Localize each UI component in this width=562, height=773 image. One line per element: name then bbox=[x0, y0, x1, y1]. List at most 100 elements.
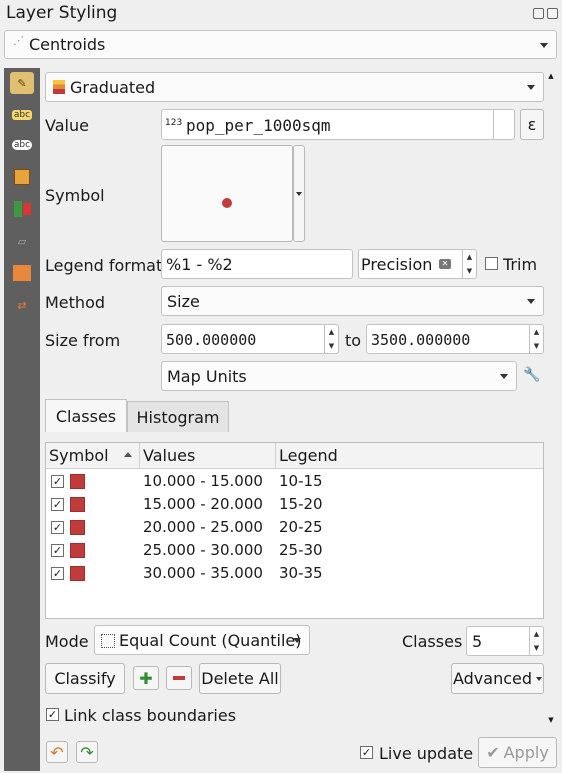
rendering-icon[interactable]: ▱ bbox=[10, 230, 34, 252]
class-symbol-swatch[interactable] bbox=[70, 474, 85, 489]
tab-classes-label: Classes bbox=[55, 406, 117, 426]
symbol-menu-button[interactable] bbox=[293, 145, 305, 242]
mode-value: Equal Count (Quantile) bbox=[119, 631, 302, 650]
chevron-down-icon bbox=[293, 638, 301, 643]
classify-button[interactable]: Classify bbox=[45, 663, 125, 694]
float-button[interactable] bbox=[533, 8, 544, 19]
minus-icon bbox=[173, 676, 185, 680]
class-symbol-swatch[interactable] bbox=[70, 520, 85, 535]
class-values[interactable]: 10.000 - 15.000 bbox=[143, 472, 263, 490]
chevron-down-icon bbox=[527, 299, 535, 304]
class-checkbox[interactable]: ✓ bbox=[51, 567, 64, 580]
paintbrush-icon[interactable]: ✎ bbox=[10, 72, 34, 94]
mode-selector[interactable]: Equal Count (Quantile) bbox=[94, 625, 310, 655]
class-values[interactable]: 25.000 - 30.000 bbox=[143, 541, 263, 559]
live-update-checkbox[interactable]: ✓ bbox=[360, 746, 373, 759]
remove-class-button[interactable] bbox=[166, 666, 192, 690]
delete-all-button[interactable]: Delete All bbox=[199, 663, 281, 694]
precision-spinbox[interactable]: Precision ✕ ▲ ▼ bbox=[358, 249, 477, 279]
renderer-value: Graduated bbox=[70, 78, 156, 97]
column-legend[interactable]: Legend bbox=[279, 446, 338, 465]
size-from-label: Size from bbox=[45, 331, 121, 350]
column-symbol[interactable]: Symbol bbox=[49, 446, 109, 465]
3d-view-icon[interactable] bbox=[10, 166, 34, 188]
class-symbol-swatch[interactable] bbox=[70, 566, 85, 581]
layer-selector[interactable]: ⋰ Centroids bbox=[4, 30, 557, 59]
delete-all-label: Delete All bbox=[201, 669, 279, 688]
precision-placeholder: Precision bbox=[361, 255, 433, 274]
numeric-field-icon: 123 bbox=[165, 118, 183, 128]
size-to-value: 3500.000000 bbox=[371, 331, 471, 349]
advanced-label: Advanced bbox=[452, 669, 533, 688]
value-field-selector[interactable]: 123 pop_per_1000sqm bbox=[161, 109, 515, 140]
class-symbol-swatch[interactable] bbox=[70, 543, 85, 558]
precision-stepper[interactable]: ▲ ▼ bbox=[462, 250, 476, 278]
wrench-icon[interactable]: 🔧 bbox=[523, 367, 541, 385]
tab-histogram[interactable]: Histogram bbox=[127, 401, 229, 432]
class-values[interactable]: 20.000 - 25.000 bbox=[143, 518, 263, 536]
graduated-icon bbox=[53, 80, 65, 94]
symbol-button[interactable] bbox=[161, 145, 293, 242]
class-values[interactable]: 15.000 - 20.000 bbox=[143, 495, 263, 513]
undo-button[interactable]: ↶ bbox=[46, 741, 68, 763]
link-boundaries-label: Link class boundaries bbox=[64, 706, 237, 725]
mode-label: Mode bbox=[45, 632, 89, 651]
method-value: Size bbox=[167, 292, 200, 311]
advanced-button[interactable]: Advanced bbox=[451, 663, 544, 694]
unit-selector[interactable]: Map Units bbox=[161, 361, 517, 391]
redo-button[interactable]: ↷ bbox=[76, 741, 98, 763]
mask-icon[interactable]: abc bbox=[10, 134, 34, 156]
classes-table[interactable]: Symbol Values Legend ✓ 10.000 - 15.000 1… bbox=[45, 442, 544, 619]
legend-format-input[interactable]: %1 - %2 bbox=[161, 249, 353, 279]
clear-icon[interactable]: ✕ bbox=[439, 259, 451, 269]
apply-button[interactable]: ✔ Apply bbox=[478, 737, 557, 768]
trim-label: Trim bbox=[503, 255, 538, 274]
class-legend[interactable]: 20-25 bbox=[279, 518, 323, 536]
table-row[interactable]: ✓ 15.000 - 20.000 15-20 bbox=[46, 493, 543, 516]
fields-icon[interactable] bbox=[10, 262, 34, 284]
class-legend[interactable]: 30-35 bbox=[279, 564, 323, 582]
quantile-icon bbox=[101, 634, 115, 648]
column-values[interactable]: Values bbox=[143, 446, 195, 465]
tab-histogram-label: Histogram bbox=[136, 407, 220, 427]
history-icon[interactable]: ⇄ bbox=[10, 294, 34, 316]
add-class-button[interactable]: ✚ bbox=[133, 666, 159, 690]
renderer-selector[interactable]: Graduated bbox=[45, 72, 544, 102]
symbol-preview bbox=[222, 197, 232, 208]
table-header: Symbol Values Legend bbox=[46, 443, 543, 469]
size-to-label: to bbox=[345, 331, 362, 350]
panel-scrollbar[interactable]: ▲ ▼ bbox=[545, 72, 557, 732]
link-boundaries-checkbox[interactable]: ✓ bbox=[46, 708, 59, 721]
table-row[interactable]: ✓ 25.000 - 30.000 25-30 bbox=[46, 539, 543, 562]
size-from-input[interactable]: 500.000000 ▲ ▼ bbox=[161, 324, 339, 354]
size-to-input[interactable]: 3500.000000 ▲ ▼ bbox=[366, 324, 544, 354]
table-row[interactable]: ✓ 30.000 - 35.000 30-35 bbox=[46, 562, 543, 585]
size-to-stepper[interactable]: ▲ ▼ bbox=[529, 325, 543, 353]
style-sidebar: ✎ abc abc ▱ ⇄ bbox=[4, 68, 40, 771]
class-checkbox[interactable]: ✓ bbox=[51, 544, 64, 557]
class-symbol-swatch[interactable] bbox=[70, 497, 85, 512]
class-legend[interactable]: 10-15 bbox=[279, 472, 323, 490]
classes-count-stepper[interactable]: ▲ ▼ bbox=[529, 627, 543, 655]
size-from-stepper[interactable]: ▲ ▼ bbox=[324, 325, 338, 353]
size-from-value: 500.000000 bbox=[166, 331, 257, 349]
class-values[interactable]: 30.000 - 35.000 bbox=[143, 564, 263, 582]
class-checkbox[interactable]: ✓ bbox=[51, 521, 64, 534]
class-checkbox[interactable]: ✓ bbox=[51, 498, 64, 511]
point-layer-icon: ⋰ bbox=[13, 34, 24, 47]
table-row[interactable]: ✓ 10.000 - 15.000 10-15 bbox=[46, 470, 543, 493]
class-checkbox[interactable]: ✓ bbox=[51, 475, 64, 488]
trim-checkbox[interactable] bbox=[485, 257, 498, 270]
tab-classes[interactable]: Classes bbox=[45, 399, 127, 432]
method-selector[interactable]: Size bbox=[161, 286, 544, 316]
class-legend[interactable]: 25-30 bbox=[279, 541, 323, 559]
labels-icon[interactable]: abc bbox=[10, 104, 34, 126]
table-row[interactable]: ✓ 20.000 - 25.000 20-25 bbox=[46, 516, 543, 539]
undo-icon: ↶ bbox=[50, 742, 64, 762]
diagrams-icon[interactable] bbox=[10, 198, 34, 220]
classes-count-spinbox[interactable]: 5 ▲ ▼ bbox=[466, 626, 544, 656]
class-legend[interactable]: 15-20 bbox=[279, 495, 323, 513]
expression-button[interactable]: ε bbox=[520, 109, 544, 140]
close-button[interactable] bbox=[547, 8, 558, 19]
chevron-down-icon bbox=[296, 191, 302, 196]
